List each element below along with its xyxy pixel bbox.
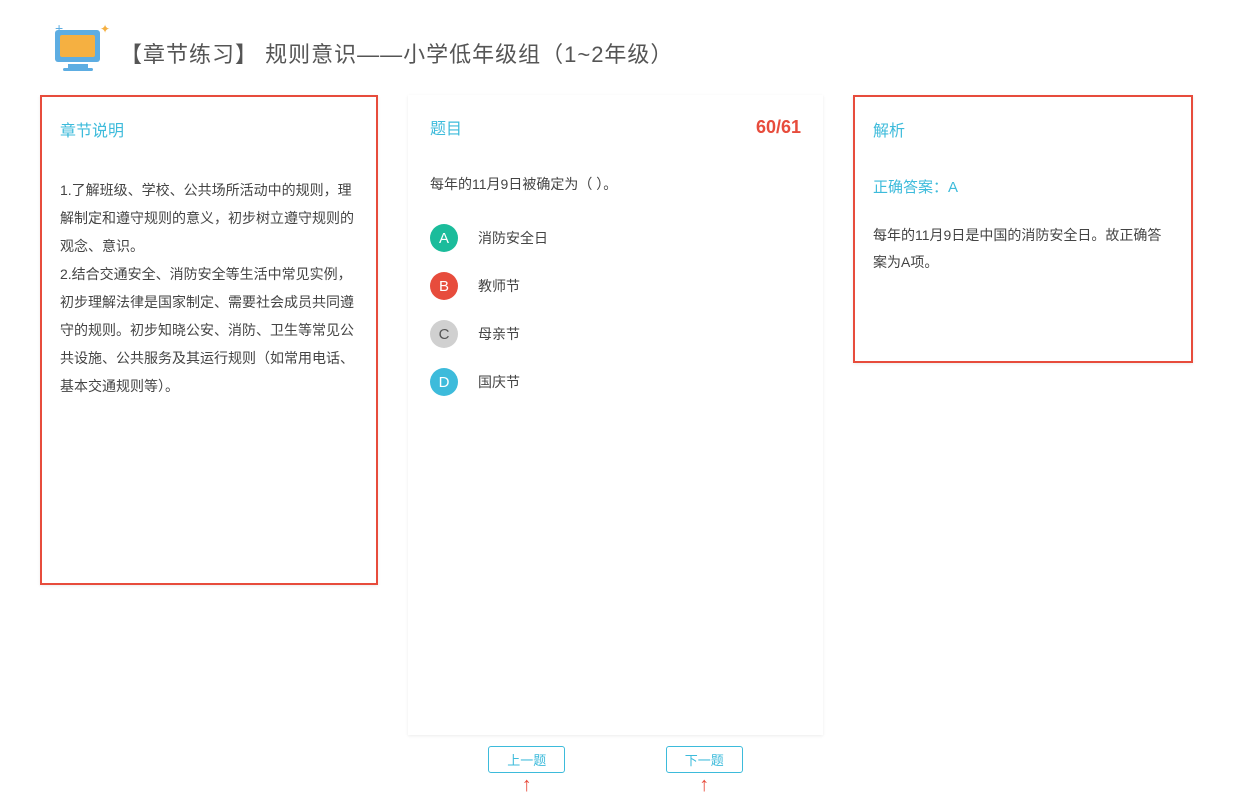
option-text: 教师节 [478,276,520,296]
option-list: A 消防安全日 B 教师节 C 母亲节 D 国庆节 [430,224,801,396]
page-title: 【章节练习】 规则意识——小学低年级组（1~2年级） [120,37,673,69]
arrow-up-icon: ↑ [522,775,532,795]
analysis-panel: 解析 正确答案：A 每年的11月9日是中国的消防安全日。故正确答案为A项。 [853,95,1193,363]
question-panel: 题目 60/61 每年的11月9日被确定为（ ）。 A 消防安全日 B 教师节 C 母亲节… [408,95,823,735]
chapter-description-title: 章节说明 [60,117,358,141]
option-b[interactable]: B 教师节 [430,272,801,300]
chapter-description-text: 1.了解班级、学校、公共场所活动中的规则，理解制定和遵守规则的意义，初步树立遵守… [60,176,358,400]
prev-button[interactable]: 上一题 [488,746,565,773]
monitor-icon: + ✦ [50,30,105,75]
analysis-text: 每年的11月9日是中国的消防安全日。故正确答案为A项。 [873,222,1173,275]
analysis-title: 解析 [873,117,1173,141]
question-counter: 60/61 [756,117,801,138]
option-a[interactable]: A 消防安全日 [430,224,801,252]
correct-answer: 正确答案：A [873,176,1173,197]
option-d[interactable]: D 国庆节 [430,368,801,396]
page-header: + ✦ 【章节练习】 规则意识——小学低年级组（1~2年级） [40,10,1193,95]
option-c[interactable]: C 母亲节 [430,320,801,348]
next-button[interactable]: 下一题 [666,746,743,773]
option-text: 消防安全日 [478,228,548,248]
arrow-up-icon: ↑ [699,775,709,795]
question-title: 题目 [430,115,462,139]
option-text: 国庆节 [478,372,520,392]
question-text: 每年的11月9日被确定为（ ）。 [430,174,801,194]
option-badge: C [430,320,458,348]
option-text: 母亲节 [478,324,520,344]
option-badge: B [430,272,458,300]
option-badge: A [430,224,458,252]
chapter-description-panel: 章节说明 1.了解班级、学校、公共场所活动中的规则，理解制定和遵守规则的意义，初… [40,95,378,585]
option-badge: D [430,368,458,396]
